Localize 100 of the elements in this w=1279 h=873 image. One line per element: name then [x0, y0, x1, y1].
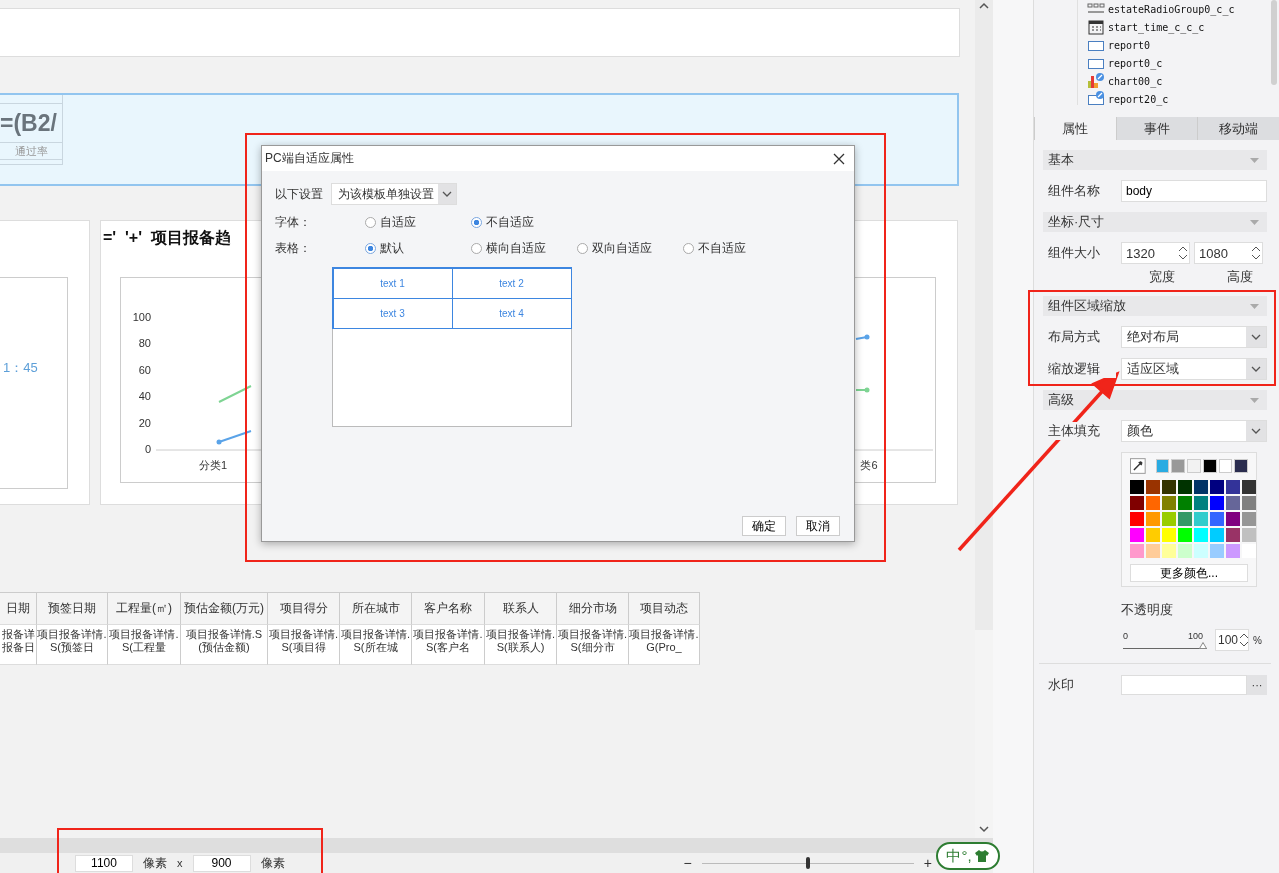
- color-swatch[interactable]: [1162, 480, 1176, 494]
- color-swatch[interactable]: [1194, 544, 1208, 558]
- color-swatch[interactable]: [1218, 459, 1233, 473]
- color-swatch[interactable]: [1242, 480, 1256, 494]
- tree-item[interactable]: start_time_c_c_c: [1087, 18, 1279, 36]
- color-swatch[interactable]: [1146, 480, 1160, 494]
- color-swatch[interactable]: [1130, 544, 1144, 558]
- tree-item[interactable]: estateRadioGroup0_c_c: [1087, 0, 1279, 18]
- panel-tab[interactable]: 事件: [1115, 117, 1198, 140]
- spinner-arrows-icon[interactable]: [1177, 244, 1189, 262]
- color-swatch[interactable]: [1178, 480, 1192, 494]
- color-swatch[interactable]: [1187, 459, 1201, 473]
- tree-item[interactable]: report0: [1087, 36, 1279, 54]
- color-swatch[interactable]: [1146, 496, 1160, 510]
- dialog-button[interactable]: 确定: [742, 516, 786, 536]
- tree-item[interactable]: report0_c: [1087, 54, 1279, 72]
- scrollbar[interactable]: [1271, 0, 1277, 85]
- panel-tab[interactable]: 移动端: [1197, 117, 1279, 140]
- field-caption: 宽度: [1149, 268, 1175, 286]
- opacity-spinner[interactable]: 100: [1215, 629, 1249, 651]
- color-swatch[interactable]: [1210, 480, 1224, 494]
- height-field[interactable]: 900: [192, 854, 251, 872]
- name-field[interactable]: body: [1121, 180, 1267, 202]
- color-swatch[interactable]: [1178, 544, 1192, 558]
- height-spinner[interactable]: 1080: [1194, 242, 1263, 264]
- radio-option[interactable]: 自适应: [365, 213, 471, 231]
- radio-option[interactable]: 默认: [365, 239, 471, 257]
- scroll-up-icon[interactable]: [979, 2, 989, 9]
- width-field[interactable]: 1100: [75, 854, 133, 872]
- axis-tick-label: 60: [138, 363, 151, 376]
- radio-option[interactable]: 不自适应: [471, 213, 577, 231]
- section-header[interactable]: 高级: [1043, 390, 1267, 410]
- dropdown[interactable]: 颜色: [1121, 420, 1267, 442]
- dropdown[interactable]: 绝对布局: [1121, 326, 1267, 348]
- eyedropper-icon[interactable]: [1130, 458, 1146, 474]
- dropdown[interactable]: 为该模板单独设置: [331, 183, 457, 205]
- section-header[interactable]: 组件区域缩放: [1043, 296, 1267, 316]
- color-swatch[interactable]: [1130, 496, 1144, 510]
- color-swatch[interactable]: [1226, 496, 1240, 510]
- radio-option[interactable]: 不自适应: [683, 239, 789, 257]
- formula-text: =(B2/: [0, 103, 62, 142]
- color-swatch[interactable]: [1226, 528, 1240, 542]
- close-icon[interactable]: [833, 152, 845, 165]
- color-swatch[interactable]: [1146, 512, 1160, 526]
- section-header[interactable]: 坐标·尺寸: [1043, 212, 1267, 232]
- color-swatch[interactable]: [1242, 528, 1256, 542]
- color-swatch[interactable]: [1242, 512, 1256, 526]
- color-swatch[interactable]: [1226, 480, 1240, 494]
- table-cell: 项目报备详情.S(联系人): [485, 625, 557, 665]
- input-method-indicator[interactable]: 中°,: [936, 842, 1000, 870]
- spinner-arrows-icon[interactable]: [1238, 631, 1248, 649]
- color-swatch[interactable]: [1226, 512, 1240, 526]
- color-swatch[interactable]: [1162, 528, 1176, 542]
- axis-tick-label: 100: [132, 311, 151, 323]
- color-swatch[interactable]: [1194, 480, 1208, 494]
- color-swatch[interactable]: [1194, 528, 1208, 542]
- watermark-field[interactable]: [1121, 675, 1247, 695]
- radio-option[interactable]: 横向自适应: [471, 239, 577, 257]
- color-swatch[interactable]: [1146, 544, 1160, 558]
- dialog-button[interactable]: 取消: [796, 516, 840, 536]
- color-swatch[interactable]: [1162, 512, 1176, 526]
- color-swatch[interactable]: [1130, 480, 1144, 494]
- zoom-in-button[interactable]: +: [923, 856, 932, 870]
- field-caption: 高度: [1227, 268, 1253, 286]
- color-swatch[interactable]: [1171, 459, 1186, 473]
- color-swatch[interactable]: [1155, 459, 1170, 473]
- color-swatch[interactable]: [1226, 544, 1240, 558]
- color-swatch[interactable]: [1202, 459, 1217, 473]
- width-spinner[interactable]: 1320: [1121, 242, 1190, 264]
- color-swatch[interactable]: [1210, 512, 1224, 526]
- browse-button[interactable]: ···: [1247, 675, 1267, 695]
- slider-thumb[interactable]: [1199, 642, 1207, 649]
- color-swatch[interactable]: [1242, 496, 1256, 510]
- scroll-down-icon[interactable]: [979, 826, 989, 833]
- color-swatch[interactable]: [1130, 528, 1144, 542]
- color-swatch[interactable]: [1234, 459, 1249, 473]
- spinner-arrows-icon[interactable]: [1250, 244, 1262, 262]
- color-swatch[interactable]: [1178, 496, 1192, 510]
- color-swatch[interactable]: [1162, 544, 1176, 558]
- tree-item[interactable]: report20_c: [1087, 90, 1279, 108]
- scrollbar[interactable]: [975, 0, 993, 838]
- color-swatch[interactable]: [1178, 528, 1192, 542]
- radio-option[interactable]: 双向自适应: [577, 239, 683, 257]
- tree-item[interactable]: chart00_c: [1087, 72, 1279, 90]
- color-swatch[interactable]: [1162, 496, 1176, 510]
- table-cell: 项目报备详情.S(客户名: [412, 625, 485, 665]
- more-colors-button[interactable]: 更多颜色...: [1130, 564, 1248, 582]
- color-swatch[interactable]: [1194, 496, 1208, 510]
- zoom-out-button[interactable]: −: [683, 856, 692, 870]
- color-swatch[interactable]: [1178, 512, 1192, 526]
- color-swatch[interactable]: [1242, 544, 1256, 558]
- color-swatch[interactable]: [1146, 528, 1160, 542]
- color-swatch[interactable]: [1210, 544, 1224, 558]
- dropdown[interactable]: 适应区域: [1121, 358, 1267, 380]
- color-swatch[interactable]: [1210, 528, 1224, 542]
- color-swatch[interactable]: [1210, 496, 1224, 510]
- color-swatch[interactable]: [1194, 512, 1208, 526]
- table-cell: 报备详报备日: [0, 625, 37, 665]
- section-header[interactable]: 基本: [1043, 150, 1267, 170]
- color-swatch[interactable]: [1130, 512, 1144, 526]
